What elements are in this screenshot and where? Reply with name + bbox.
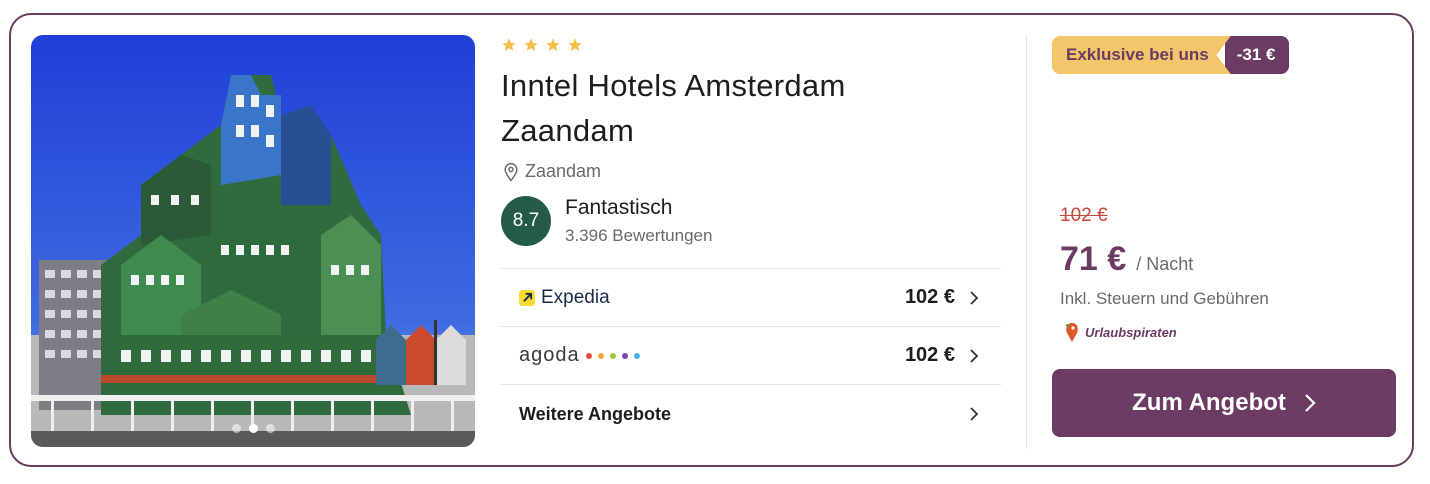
- exclusive-badge: Exklusive bei uns -31 €: [1052, 36, 1290, 74]
- agoda-dot: [621, 352, 628, 359]
- parrot-icon: [1065, 323, 1078, 342]
- partner-name: Urlaubspiraten: [1085, 324, 1177, 340]
- old-price: 102 €: [1060, 205, 1108, 226]
- location-pin-icon: [504, 162, 518, 181]
- agoda-dot: [609, 352, 616, 359]
- discount-label: -31 €: [1224, 36, 1290, 74]
- agoda-dot: [633, 352, 640, 359]
- location-text: Zaandam: [525, 161, 602, 181]
- hotel-image: [31, 35, 475, 447]
- more-offers-label: Weitere Angebote: [519, 403, 672, 424]
- agoda-name: agoda: [519, 344, 580, 366]
- hotel-photo[interactable]: [31, 35, 475, 447]
- offer-row-agoda[interactable]: agoda 102 €: [501, 327, 1001, 385]
- hotel-name-line2[interactable]: Zaandam: [501, 113, 634, 148]
- rating-label: Fantastisch: [565, 196, 673, 219]
- view-offer-label: Zum Angebot: [1132, 389, 1286, 416]
- offer-list: Expedia 102 € agoda 102 € Weitere Angebo…: [501, 268, 1001, 443]
- review-count: 3.396 Bewertungen: [565, 226, 713, 245]
- agoda-dot: [597, 352, 604, 359]
- chevron-right-icon: [970, 407, 979, 421]
- price-value: 71 €: [1060, 240, 1127, 278]
- offer-row-expedia[interactable]: Expedia 102 €: [501, 269, 1001, 327]
- hotel-name[interactable]: Inntel Hotels Amsterdam Zaandam: [501, 63, 1001, 153]
- hotel-name-line1[interactable]: Inntel Hotels Amsterdam: [501, 68, 846, 103]
- agoda-logo: agoda: [519, 344, 640, 367]
- carousel-dot[interactable]: [265, 424, 275, 433]
- partner-logo: Urlaubspiraten: [1063, 321, 1177, 343]
- star-rating: [501, 35, 1001, 55]
- guest-rating[interactable]: 8.7 Fantastisch 3.396 Bewertungen: [501, 196, 1001, 246]
- hotel-card[interactable]: Inntel Hotels Amsterdam Zaandam Zaandam …: [9, 13, 1414, 467]
- expedia-logo: Expedia: [519, 287, 610, 309]
- current-price: 71 € / Nacht: [1060, 240, 1193, 279]
- chevron-right-icon: [970, 348, 979, 363]
- star-icon: [524, 38, 538, 51]
- taxes-note: Inkl. Steuern und Gebühren: [1060, 289, 1269, 308]
- chevron-right-icon: [970, 290, 979, 305]
- view-offer-button[interactable]: Zum Angebot: [1052, 369, 1396, 437]
- more-offers-row[interactable]: Weitere Angebote: [501, 385, 1001, 443]
- expedia-arrow-icon: [519, 289, 535, 306]
- hotel-info: Inntel Hotels Amsterdam Zaandam Zaandam …: [501, 35, 1001, 443]
- star-icon: [568, 38, 582, 51]
- star-icon: [502, 38, 516, 51]
- chevron-right-icon: [1305, 394, 1316, 412]
- agoda-dot: [585, 352, 592, 359]
- price-unit: / Nacht: [1136, 254, 1194, 274]
- rating-score: 8.7: [501, 196, 551, 246]
- carousel-dot[interactable]: [231, 424, 241, 433]
- exclusive-label: Exklusive bei uns: [1052, 36, 1231, 74]
- column-divider: [1026, 35, 1027, 449]
- hotel-location: Zaandam: [501, 161, 1001, 182]
- offer-price: 102 €: [904, 344, 955, 366]
- offer-price: 102 €: [904, 286, 955, 308]
- expedia-name: Expedia: [541, 286, 610, 308]
- carousel-dots: [31, 424, 475, 433]
- carousel-dot-active[interactable]: [248, 424, 258, 433]
- star-icon: [546, 38, 560, 51]
